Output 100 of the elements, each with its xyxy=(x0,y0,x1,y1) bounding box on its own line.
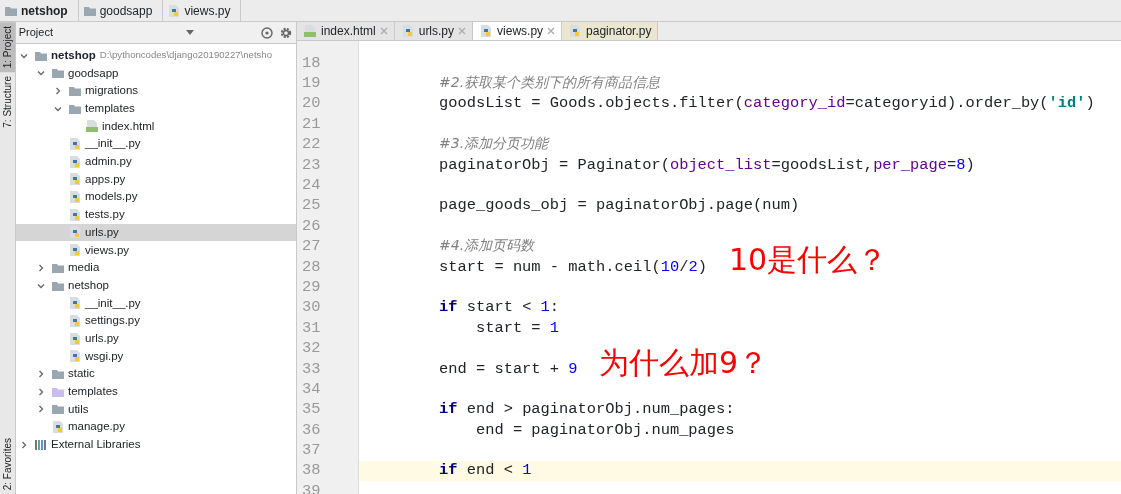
line-number: 20 xyxy=(297,93,359,115)
python-file-icon xyxy=(68,331,82,346)
line-number: 35 xyxy=(297,399,359,421)
editor-tab[interactable]: index.html xyxy=(297,22,395,40)
code-line: if start < 1: xyxy=(438,297,560,319)
python-file-icon xyxy=(68,190,82,205)
html-file-icon xyxy=(303,24,317,38)
python-file-icon xyxy=(68,154,82,169)
code-line: start = 1 xyxy=(474,317,560,339)
html-file-icon xyxy=(85,119,99,134)
code-line: goodsList = Goods.objects.filter(category_id=categoryid).order_by('id') xyxy=(438,93,1095,115)
line-number: 36 xyxy=(297,420,359,441)
python-file-icon xyxy=(568,24,583,38)
tree-item[interactable]: wsgi.py xyxy=(16,347,296,366)
python-file-icon xyxy=(68,243,82,258)
line-number: 21 xyxy=(297,114,359,135)
code-line: if end > paginatorObj.num_pages: xyxy=(438,399,735,421)
breadcrumb-item[interactable]: views.py xyxy=(184,1,231,20)
tree-item[interactable]: static xyxy=(16,365,296,383)
editor-tab[interactable]: views.py xyxy=(473,22,563,40)
python-file-icon xyxy=(68,296,82,311)
code-line: start = num - math.ceil(10/2) xyxy=(438,256,707,278)
chevron-right-icon[interactable] xyxy=(54,86,62,95)
editor-tab[interactable]: urls.py xyxy=(394,22,474,40)
chevron-down-icon[interactable] xyxy=(54,104,62,113)
tree-item[interactable]: urls.py xyxy=(16,223,296,242)
tree-item[interactable]: netshop D:\pythoncodes\django20190227\netsho xyxy=(16,46,296,65)
tree-item[interactable]: templates xyxy=(16,99,296,118)
code-line: end = paginatorObj.num_pages xyxy=(474,419,735,441)
library-icon xyxy=(34,437,48,452)
tree-item[interactable]: media xyxy=(16,259,296,277)
folder-icon xyxy=(51,402,65,417)
tool-window-button[interactable]: 2: Favorites xyxy=(0,433,15,494)
python-file-icon xyxy=(68,207,82,222)
line-number: 18 xyxy=(297,53,359,74)
python-file-icon xyxy=(68,172,82,187)
tree-item[interactable]: index.html xyxy=(16,117,296,136)
tree-item[interactable]: External Libraries xyxy=(16,435,296,454)
chevron-right-icon[interactable] xyxy=(37,263,45,272)
python-file-icon xyxy=(479,24,494,38)
tree-item[interactable]: __init__.py xyxy=(16,135,296,153)
code-line: if end < 1 xyxy=(438,460,532,482)
tree-item[interactable]: settings.py xyxy=(16,312,296,330)
python-file-icon xyxy=(68,225,82,240)
close-icon[interactable] xyxy=(547,27,556,35)
line-number: 31 xyxy=(297,318,359,339)
panel-title[interactable]: Project xyxy=(18,24,53,41)
code-line: page_goods_obj = paginatorObj.page(num) xyxy=(438,195,800,217)
tree-item[interactable]: templates xyxy=(16,382,296,401)
breadcrumb-item[interactable]: netshop xyxy=(21,1,68,20)
tree-item[interactable]: urls.py xyxy=(16,329,296,348)
line-number: 30 xyxy=(297,297,359,319)
tree-item[interactable]: utils xyxy=(16,400,296,419)
dropdown-caret-icon[interactable] xyxy=(186,29,195,36)
python-file-icon xyxy=(68,313,82,328)
tree-item[interactable]: models.py xyxy=(16,188,296,206)
chevron-right-icon[interactable] xyxy=(20,440,28,449)
code-line: end = start + 9 xyxy=(438,358,578,380)
tree-item[interactable]: manage.py xyxy=(16,418,296,436)
tree-item[interactable]: goodsapp xyxy=(16,64,296,83)
folder-icon xyxy=(51,66,65,81)
code-line: #2.获取某个类别下的所有商品信息 xyxy=(438,73,661,93)
tree-item[interactable]: netshop xyxy=(16,276,296,295)
editor-tab[interactable]: paginator.py xyxy=(562,22,659,40)
line-number: 24 xyxy=(297,175,359,196)
code-line: paginatorObj = Paginator(object_list=goodsList,per_page=8) xyxy=(438,154,975,176)
line-number: 25 xyxy=(297,195,359,217)
python-file-icon xyxy=(51,420,65,435)
tree-item[interactable]: views.py xyxy=(16,241,296,259)
python-file-icon xyxy=(68,137,82,152)
chevron-down-icon[interactable] xyxy=(37,281,45,290)
tree-item[interactable]: admin.py xyxy=(16,152,296,171)
tool-window-button[interactable]: 7: Structure xyxy=(0,72,15,132)
python-file-icon xyxy=(400,24,415,38)
tree-item[interactable]: migrations xyxy=(16,82,296,100)
tree-item[interactable]: apps.py xyxy=(16,170,296,189)
line-number: 19 xyxy=(297,73,359,94)
line-number: 32 xyxy=(297,338,359,359)
code-line: #3.添加分页功能 xyxy=(438,134,549,154)
locate-icon[interactable] xyxy=(259,25,274,40)
breadcrumb-item[interactable]: goodsapp xyxy=(99,1,153,20)
annotation-text: 为什么加9？ xyxy=(599,344,769,382)
annotation-text: 10是什么？ xyxy=(729,241,888,279)
tree-item[interactable]: tests.py xyxy=(16,205,296,224)
tree-item[interactable]: __init__.py xyxy=(16,294,296,313)
line-number: 28 xyxy=(297,256,359,278)
line-number: 29 xyxy=(297,277,359,298)
python-file-icon xyxy=(68,349,82,364)
line-number: 23 xyxy=(297,154,359,176)
code-line: #4.添加页码数 xyxy=(438,236,535,256)
line-number: 34 xyxy=(297,379,359,400)
line-number: 22 xyxy=(297,134,359,155)
line-number: 26 xyxy=(297,216,359,237)
line-number: 33 xyxy=(297,358,359,380)
python-file-icon xyxy=(167,3,182,18)
line-number: 37 xyxy=(297,440,359,461)
line-number: 38 xyxy=(297,460,359,482)
tool-window-button[interactable]: 1: Project xyxy=(0,22,15,73)
line-number: 39 xyxy=(297,481,359,494)
settings-icon[interactable] xyxy=(279,25,294,40)
